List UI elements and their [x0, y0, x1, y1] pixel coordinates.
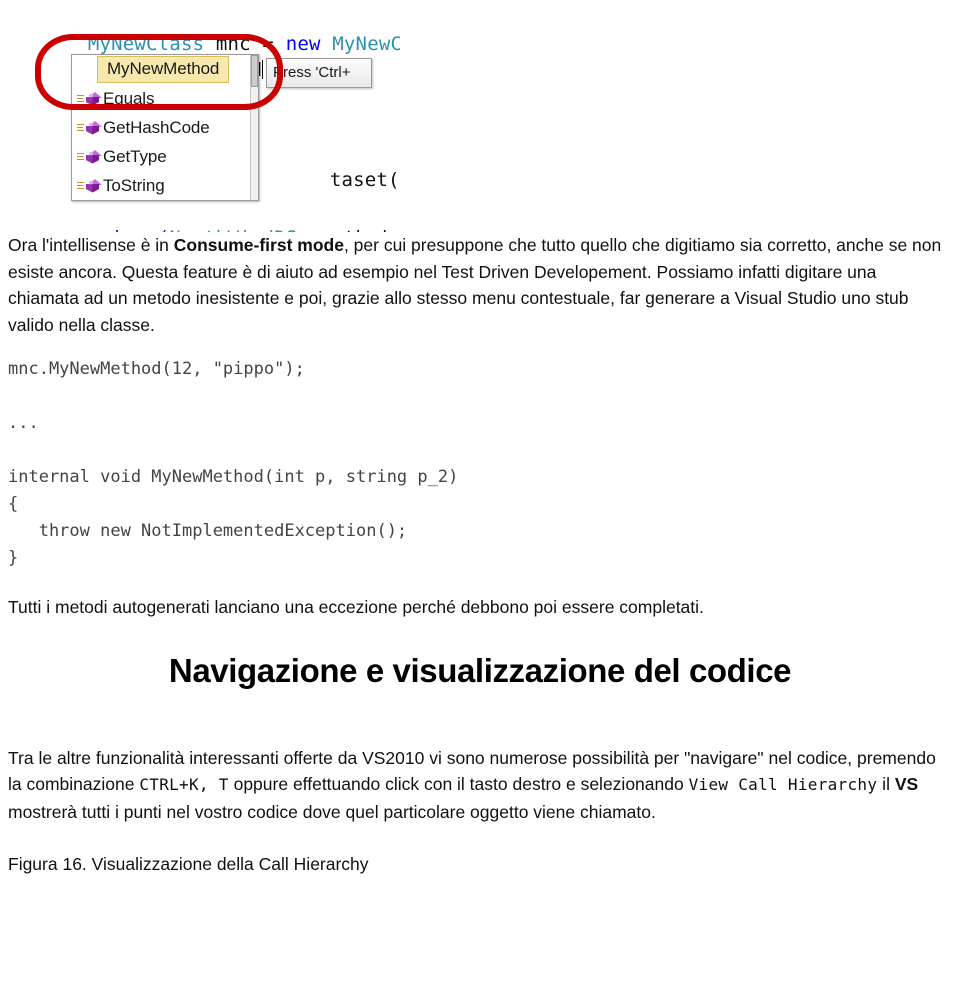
code-token-type: MyNewCl	[332, 33, 400, 55]
intellisense-item-label: MyNewMethod	[97, 56, 230, 83]
intellisense-item-label: GetType	[103, 146, 167, 166]
code-block-line: throw new NotImplementedException();	[8, 521, 408, 541]
paragraph-3-part-3: il	[877, 774, 895, 794]
paragraph-1-bold-1: Consume-first mode	[173, 235, 344, 255]
paragraph-navigation-features: Tra le altre funzionalità interessanti o…	[0, 745, 960, 826]
code-block-line: }	[8, 548, 19, 568]
intellisense-item-mynewmethod[interactable]: MyNewMethod	[72, 55, 252, 84]
paragraph-intellisense-mode: Ora l'intellisense è in Consume-first mo…	[0, 232, 960, 338]
intellisense-tooltip: Press 'Ctrl+	[266, 58, 372, 88]
paragraph-1-part-1: Ora l'intellisense è in	[8, 235, 174, 255]
menu-view-call-hierarchy: View Call Hierarchy	[688, 775, 878, 794]
method-icon	[75, 88, 103, 110]
figure-caption: Figura 16. Visualizzazione della Call Hi…	[8, 854, 369, 874]
intellisense-item-tostring[interactable]: ToString	[72, 171, 252, 200]
shortcut-ctrl-k-t: CTRL+K, T	[139, 775, 229, 794]
intellisense-item-label: Equals	[103, 88, 155, 108]
code-token-keyword: new	[285, 33, 321, 55]
method-icon	[75, 175, 103, 197]
intellisense-popup[interactable]: MyNewMethod Equals GetHashCode GetType T…	[71, 54, 259, 201]
method-icon	[75, 117, 103, 139]
code-block-line: internal void MyNewMethod(int p, string …	[8, 467, 459, 487]
paragraph-3-part-4: mostrerà tutti i punti nel vostro codice…	[8, 801, 656, 822]
intellisense-item-equals[interactable]: Equals	[72, 84, 252, 113]
scrollbar-thumb[interactable]	[251, 55, 258, 87]
paragraph-autogenerated-methods: Tutti i metodi autogenerati lanciano una…	[8, 597, 704, 617]
code-block-line: ...	[8, 413, 39, 433]
intellisense-list[interactable]: MyNewMethod Equals GetHashCode GetType T…	[72, 55, 252, 200]
vs-editor-screenshot: MyNewClass mnc = new MyNewCl mnc.MyNewMe…	[0, 0, 400, 232]
code-line-5: using (NorthWindDS northwind	[18, 196, 400, 232]
method-icon	[75, 146, 103, 168]
code-block-line	[8, 383, 952, 410]
paragraph-3-part-2: oppure effettuando click con il tasto de…	[228, 774, 689, 794]
code-token-plain: taset()	[329, 169, 400, 191]
paragraph-3-bold-vs: VS	[894, 774, 919, 794]
intellisense-item-label: GetHashCode	[103, 117, 210, 137]
document-body: Ora l'intellisense è in Consume-first mo…	[0, 232, 960, 877]
section-heading: Navigazione e visualizzazione del codice	[168, 651, 792, 689]
code-block-generated-stub: mnc.MyNewMethod(12, "pippo");... internal…	[0, 356, 960, 572]
code-block-line: mnc.MyNewMethod(12, "pippo");	[8, 359, 305, 379]
code-block-line	[8, 437, 952, 464]
code-block-line: {	[8, 494, 19, 514]
intellisense-item-gettype[interactable]: GetType	[72, 142, 252, 171]
text-caret	[262, 60, 264, 79]
intellisense-item-label: ToString	[103, 175, 165, 195]
intellisense-item-gethashcode[interactable]: GetHashCode	[72, 113, 252, 142]
intellisense-scrollbar[interactable]	[250, 55, 258, 200]
